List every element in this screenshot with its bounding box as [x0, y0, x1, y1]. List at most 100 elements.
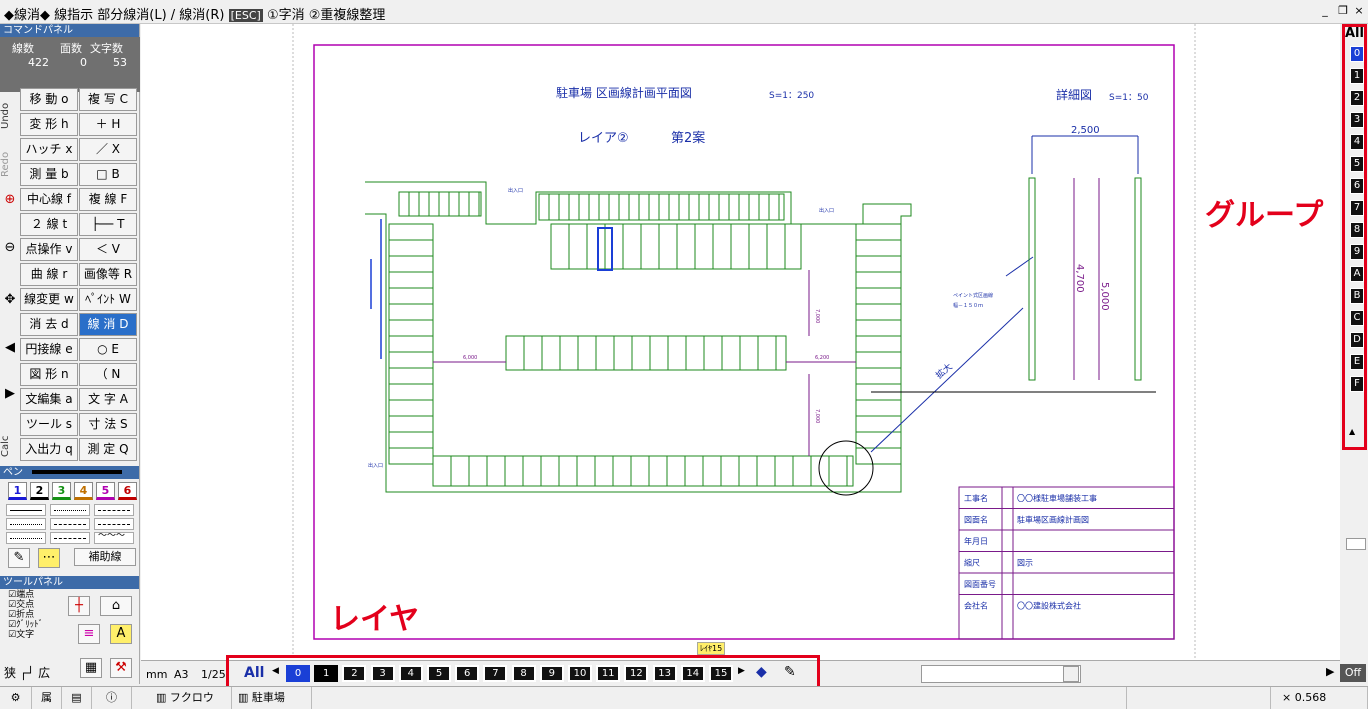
tools-icon[interactable]: ⚒ — [110, 658, 132, 678]
pencil-icon[interactable]: ✎ — [8, 548, 30, 568]
command-button-5-0[interactable]: ２ 線 t — [20, 213, 78, 236]
layer-10-button[interactable]: 10 — [568, 665, 592, 682]
command-button-11-0[interactable]: 図 形 n — [20, 363, 78, 386]
line-style-center[interactable] — [94, 518, 134, 530]
layer-7-button[interactable]: 7 — [483, 665, 508, 682]
command-button-12-0[interactable]: 文編集 a — [20, 388, 78, 411]
layer-8-button[interactable]: 8 — [511, 665, 536, 682]
undo-tab[interactable]: Undo — [0, 96, 20, 136]
layer-2-button[interactable]: 2 — [342, 665, 367, 682]
group-E-button[interactable]: E — [1350, 354, 1364, 370]
pen-width-bar[interactable] — [32, 470, 122, 474]
layer-color-icon[interactable]: ≡ — [78, 624, 100, 644]
command-button-12-1[interactable]: 文 字 A — [79, 388, 137, 411]
layer-5-button[interactable]: 5 — [427, 665, 451, 682]
command-button-13-0[interactable]: ツール s — [20, 413, 78, 436]
command-button-4-0[interactable]: 中心線 f — [20, 188, 78, 211]
command-button-10-1[interactable]: ○ E — [79, 338, 137, 361]
command-button-2-1[interactable]: ／ X — [79, 138, 137, 161]
group-D-button[interactable]: D — [1350, 332, 1364, 348]
home-icon[interactable]: ⌂ — [100, 596, 132, 616]
group-3-button[interactable]: 3 — [1350, 112, 1364, 128]
pen-5-button[interactable]: 5 — [96, 482, 115, 500]
layer-6-button[interactable]: 6 — [455, 665, 480, 682]
group-1-button[interactable]: 1 — [1350, 68, 1364, 84]
command-button-1-1[interactable]: ＋ H — [79, 113, 137, 136]
group-6-button[interactable]: 6 — [1350, 178, 1364, 194]
line-style-chain[interactable] — [50, 532, 90, 544]
group-2-button[interactable]: 2 — [1350, 90, 1364, 106]
command-button-11-1[interactable]: （ N — [79, 363, 137, 386]
layer-prev-arrow[interactable]: ◀ — [272, 666, 279, 676]
snap-intersection[interactable]: ☑交点 — [8, 600, 63, 610]
layer-off-button[interactable]: Off — [1340, 664, 1366, 682]
group-C-button[interactable]: C — [1350, 310, 1364, 326]
snap-bend[interactable]: ☑折点 — [8, 610, 63, 620]
tab-parking[interactable]: ▥ 駐車場 — [232, 687, 312, 709]
restore-button[interactable]: ❐ — [1336, 4, 1350, 18]
group-7-button[interactable]: 7 — [1350, 200, 1364, 216]
layer-tag-icon[interactable]: ◆ — [756, 664, 767, 680]
command-button-9-1[interactable]: 線 消 D — [79, 313, 137, 336]
group-all-button[interactable]: All — [1345, 26, 1364, 41]
next-icon[interactable]: ▶ — [2, 386, 18, 401]
pan-icon[interactable]: ✥ — [2, 292, 18, 307]
layer-12-button[interactable]: 12 — [624, 665, 649, 682]
pen-2-button[interactable]: 2 — [30, 482, 49, 500]
command-button-4-1[interactable]: 複 線 F — [79, 188, 137, 211]
vertical-scroll-thumb[interactable] — [1346, 538, 1366, 550]
layer-11-button[interactable]: 11 — [596, 665, 621, 682]
snap-grid[interactable]: ☑ｸﾞﾘｯﾄﾞ — [8, 620, 63, 630]
drawing-canvas[interactable]: 駐車場 区画線計画平面図 S=1：250 レイア② 第2案 詳細図 S=1：50… — [141, 24, 1340, 660]
pen-6-button[interactable]: 6 — [118, 482, 137, 500]
snap-text[interactable]: ☑文字 — [8, 630, 63, 640]
line-style-dot2[interactable] — [6, 518, 46, 530]
command-button-5-1[interactable]: ├── T — [79, 213, 137, 236]
command-button-0-0[interactable]: 移 動 o — [20, 88, 78, 111]
layer-4-button[interactable]: 4 — [398, 665, 423, 682]
line-style-dashed[interactable] — [94, 504, 134, 516]
redo-tab[interactable]: Redo — [0, 144, 20, 184]
minimize-button[interactable]: _ — [1318, 4, 1332, 18]
command-button-6-1[interactable]: ＜ V — [79, 238, 137, 261]
layer-13-button[interactable]: 13 — [652, 665, 677, 682]
pen-3-button[interactable]: 3 — [52, 482, 71, 500]
line-style-fine[interactable] — [6, 532, 46, 544]
horizontal-scroll-track[interactable] — [921, 665, 1081, 683]
command-button-9-0[interactable]: 消 去 d — [20, 313, 78, 336]
command-button-14-1[interactable]: 測 定 Q — [79, 438, 137, 461]
zoom-out-icon[interactable]: ⊖ — [2, 240, 18, 255]
line-style-solid[interactable] — [6, 504, 46, 516]
calculator-icon[interactable]: ▦ — [80, 658, 102, 678]
layer-14-button[interactable]: 14 — [680, 665, 705, 682]
tab-fukurou[interactable]: ▥ フクロウ — [150, 687, 232, 709]
line-style-dashdot[interactable] — [50, 518, 90, 530]
aux-line-icon[interactable]: ⋯ — [38, 548, 60, 568]
prev-icon[interactable]: ◀ — [2, 340, 18, 355]
command-button-3-1[interactable]: □ B — [79, 163, 137, 186]
layer-15-button[interactable]: 15 — [709, 665, 733, 682]
scroll-right-arrow[interactable]: ▶ — [1326, 665, 1334, 678]
command-button-13-1[interactable]: 寸 法 S — [79, 413, 137, 436]
group-8-button[interactable]: 8 — [1350, 222, 1364, 238]
command-button-14-0[interactable]: 入出力 q — [20, 438, 78, 461]
group-F-button[interactable]: F — [1350, 376, 1364, 392]
layer-3-button[interactable]: 3 — [370, 665, 395, 682]
command-button-8-1[interactable]: ﾍﾟｲﾝﾄ W — [79, 288, 137, 311]
aux-line-button[interactable]: 補助線 — [74, 548, 136, 566]
group-B-button[interactable]: B — [1350, 288, 1364, 304]
attribute-button[interactable]: 属 — [32, 687, 62, 709]
close-button[interactable]: × — [1352, 4, 1366, 18]
command-button-0-1[interactable]: 複 写 C — [79, 88, 137, 111]
layer-next-arrow[interactable]: ▶ — [738, 666, 745, 676]
command-button-6-0[interactable]: 点操作 v — [20, 238, 78, 261]
group-A-button[interactable]: A — [1350, 266, 1364, 282]
command-button-2-0[interactable]: ハッチ x — [20, 138, 78, 161]
zoom-in-icon[interactable]: ⊕ — [2, 192, 18, 207]
info-icon[interactable]: ⓘ — [92, 687, 132, 709]
layer-1-button[interactable]: 1 — [314, 665, 339, 682]
command-button-7-0[interactable]: 曲 線 r — [20, 263, 78, 286]
gear-icon[interactable]: ⚙ — [0, 687, 32, 709]
layer-9-button[interactable]: 9 — [539, 665, 564, 682]
zoom-toggle[interactable]: 狭 ┌┘ 広 — [4, 664, 50, 681]
